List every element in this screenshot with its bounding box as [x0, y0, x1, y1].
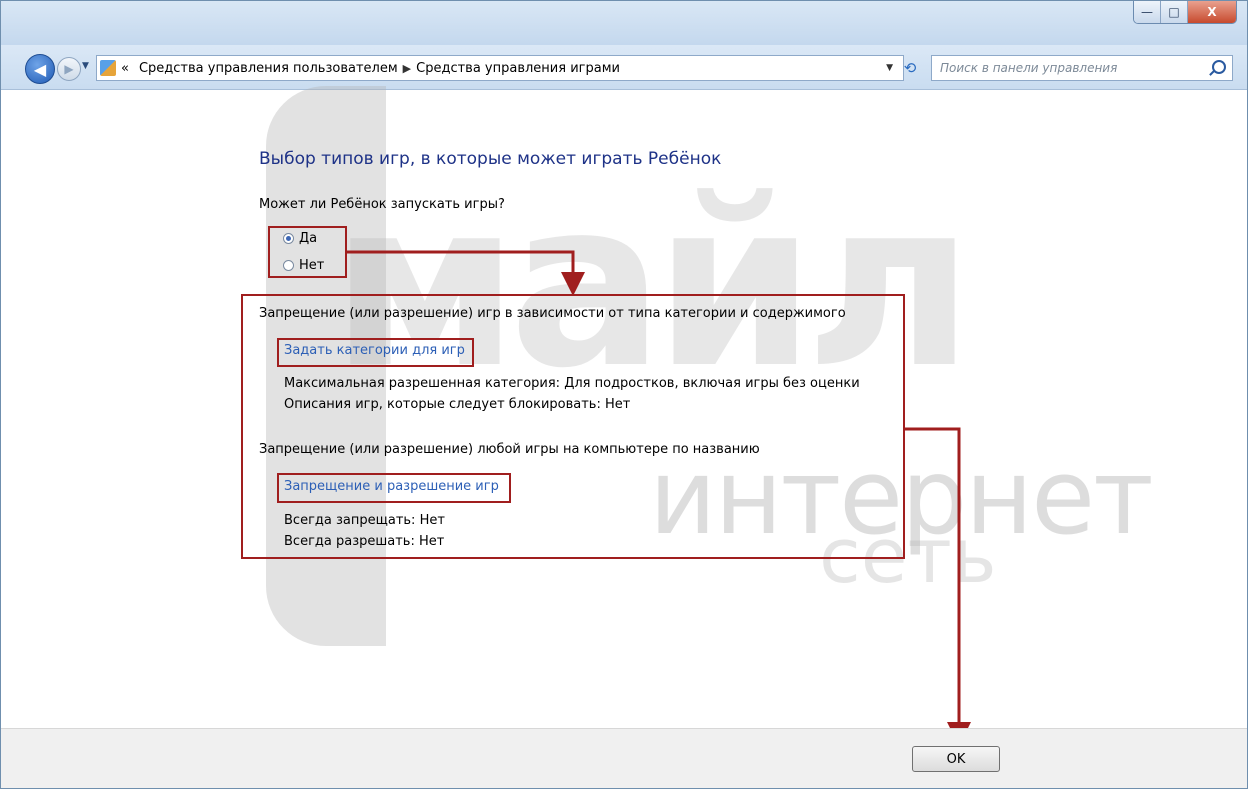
recent-pages-dropdown-icon[interactable]: ▼: [82, 61, 89, 71]
forward-arrow-icon: ▶: [64, 62, 74, 76]
control-panel-icon: [100, 60, 116, 76]
highlight-categories-link-box: [277, 338, 474, 367]
close-button[interactable]: X: [1188, 1, 1236, 23]
back-button[interactable]: ◀: [25, 54, 55, 84]
title-bar: — □ X: [1, 1, 1247, 45]
search-icon[interactable]: [1212, 60, 1226, 74]
maximize-button[interactable]: □: [1161, 1, 1188, 23]
window-controls: — □ X: [1133, 1, 1237, 24]
breadcrumb-prefix[interactable]: «: [121, 61, 129, 76]
search-input[interactable]: Поиск в панели управления: [931, 55, 1233, 81]
breadcrumb-item-user-controls[interactable]: Средства управления пользователем: [139, 61, 398, 76]
footer-bar: [1, 728, 1247, 788]
page-title: Выбор типов игр, в которые может играть …: [259, 149, 722, 169]
search-placeholder: Поиск в панели управления: [940, 61, 1118, 75]
refresh-icon: ⟲: [903, 59, 917, 77]
back-arrow-icon: ◀: [33, 59, 47, 79]
address-dropdown-icon[interactable]: ▼: [886, 63, 893, 73]
question-label: Может ли Ребёнок запускать игры?: [259, 197, 505, 212]
control-panel-window: — □ X ◀ ▶ ▼ « Средства управления пользо…: [0, 0, 1248, 789]
address-bar[interactable]: « Средства управления пользователем ▶ Ср…: [96, 55, 904, 81]
ok-button[interactable]: OK: [912, 746, 1000, 772]
breadcrumb-item-game-controls[interactable]: Средства управления играми: [416, 61, 620, 76]
highlight-settings-box: [241, 294, 905, 559]
highlight-radio-box: [268, 226, 347, 278]
highlight-block-allow-link-box: [277, 473, 511, 503]
refresh-button[interactable]: ⟲: [897, 55, 923, 81]
breadcrumb-separator-icon[interactable]: ▶: [403, 62, 411, 75]
minimize-button[interactable]: —: [1134, 1, 1161, 23]
forward-button[interactable]: ▶: [57, 57, 81, 81]
